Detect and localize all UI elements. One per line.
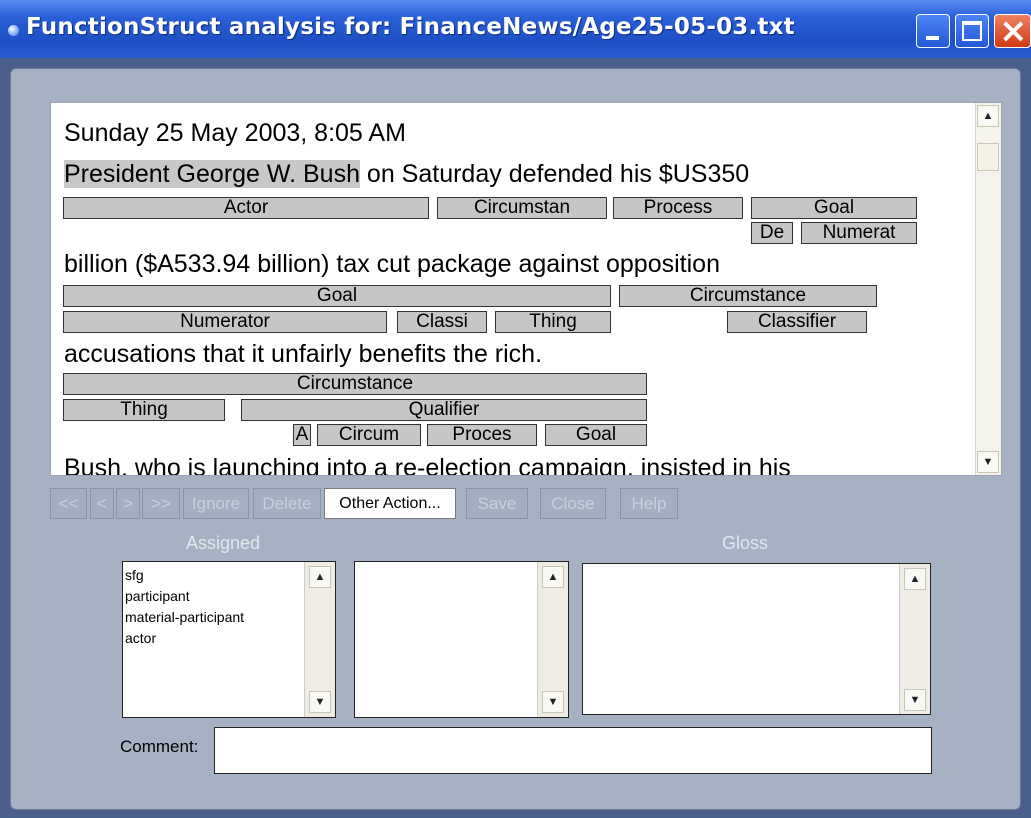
minimize-button[interactable]: [916, 14, 950, 48]
scroll-up-icon[interactable]: ▲: [309, 566, 331, 588]
sentence-line-2: billion ($A533.94 billion) tax cut packa…: [64, 250, 720, 278]
gloss-scrollbar[interactable]: ▲ ▼: [899, 564, 930, 714]
scroll-down-icon[interactable]: ▼: [904, 689, 926, 711]
title-bar[interactable]: FunctionStruct analysis for: FinanceNews…: [0, 0, 1031, 58]
window-icon: [8, 25, 19, 36]
comment-label: Comment:: [120, 737, 199, 756]
function-box[interactable]: Process: [613, 197, 743, 219]
maximize-icon: [962, 21, 982, 41]
list-item[interactable]: sfg: [125, 565, 144, 586]
function-box[interactable]: Actor: [63, 197, 429, 219]
scroll-down-icon[interactable]: ▼: [977, 451, 999, 473]
next-button[interactable]: >: [116, 488, 140, 519]
middle-scrollbar[interactable]: ▲ ▼: [537, 562, 568, 717]
function-box[interactable]: Circumstance: [619, 285, 877, 307]
annotated-text-pane[interactable]: Sunday 25 May 2003, 8:05 AM President Ge…: [50, 102, 1002, 476]
function-box[interactable]: Numerator: [63, 311, 387, 333]
assigned-scrollbar[interactable]: ▲ ▼: [304, 562, 335, 717]
line1-rest: on Saturday defended his $US350: [359, 160, 750, 188]
function-box[interactable]: Goal: [545, 424, 647, 446]
list-item[interactable]: participant: [125, 586, 190, 607]
scroll-up-icon[interactable]: ▲: [904, 568, 926, 590]
assigned-label: Assigned: [186, 533, 261, 553]
sentence-line-1: President George W. Bush on Saturday def…: [64, 159, 749, 189]
close-button[interactable]: Close: [540, 488, 606, 519]
function-box[interactable]: Goal: [63, 285, 611, 307]
delete-button[interactable]: Delete: [253, 488, 321, 519]
maximize-button[interactable]: [955, 14, 989, 48]
gloss-label: Gloss: [722, 533, 769, 553]
text-scrollbar[interactable]: ▲ ▼: [975, 103, 1001, 475]
scroll-down-icon[interactable]: ▼: [542, 691, 564, 713]
scroll-down-icon[interactable]: ▼: [309, 691, 331, 713]
function-box[interactable]: Classifier: [727, 311, 867, 333]
list-item[interactable]: material-participant: [125, 607, 244, 628]
function-box[interactable]: Numerat: [801, 222, 917, 244]
list-item[interactable]: actor: [125, 628, 156, 649]
ignore-button[interactable]: Ignore: [183, 488, 249, 519]
function-box[interactable]: Thing: [63, 399, 225, 421]
assigned-list[interactable]: sfg participant material-participant act…: [122, 561, 336, 718]
gloss-box[interactable]: ▲ ▼: [582, 563, 931, 715]
sentence-line-4: Bush, who is launching into a re-electio…: [64, 454, 791, 476]
scroll-thumb[interactable]: [977, 143, 999, 171]
scroll-up-icon[interactable]: ▲: [542, 566, 564, 588]
function-box[interactable]: Goal: [751, 197, 917, 219]
function-box[interactable]: Proces: [427, 424, 537, 446]
scroll-up-icon[interactable]: ▲: [977, 105, 999, 127]
function-box[interactable]: Circum: [317, 424, 421, 446]
comment-input[interactable]: [214, 727, 932, 774]
function-box[interactable]: A: [293, 424, 311, 446]
function-box[interactable]: De: [751, 222, 793, 244]
first-button[interactable]: <<: [50, 488, 87, 519]
prev-button[interactable]: <: [90, 488, 114, 519]
save-button[interactable]: Save: [466, 488, 528, 519]
function-box[interactable]: Thing: [495, 311, 611, 333]
highlighted-span[interactable]: President George W. Bush: [64, 160, 360, 188]
close-icon: ×: [999, 11, 1028, 51]
sentence-line-3: accusations that it unfairly benefits th…: [64, 340, 543, 368]
help-button[interactable]: Help: [620, 488, 678, 519]
function-box[interactable]: Classi: [397, 311, 487, 333]
window-title: FunctionStruct analysis for: FinanceNews…: [26, 14, 795, 40]
close-window-button[interactable]: ×: [994, 11, 1031, 51]
function-box[interactable]: Qualifier: [241, 399, 647, 421]
other-action-button[interactable]: Other Action...: [324, 488, 456, 519]
middle-list[interactable]: ▲ ▼: [354, 561, 569, 718]
app-window: FunctionStruct analysis for: FinanceNews…: [0, 0, 1031, 818]
function-box[interactable]: Circumstan: [437, 197, 607, 219]
date-line: Sunday 25 May 2003, 8:05 AM: [64, 119, 406, 147]
minimize-icon: [926, 36, 939, 40]
function-box[interactable]: Circumstance: [63, 373, 647, 395]
last-button[interactable]: >>: [142, 488, 180, 519]
